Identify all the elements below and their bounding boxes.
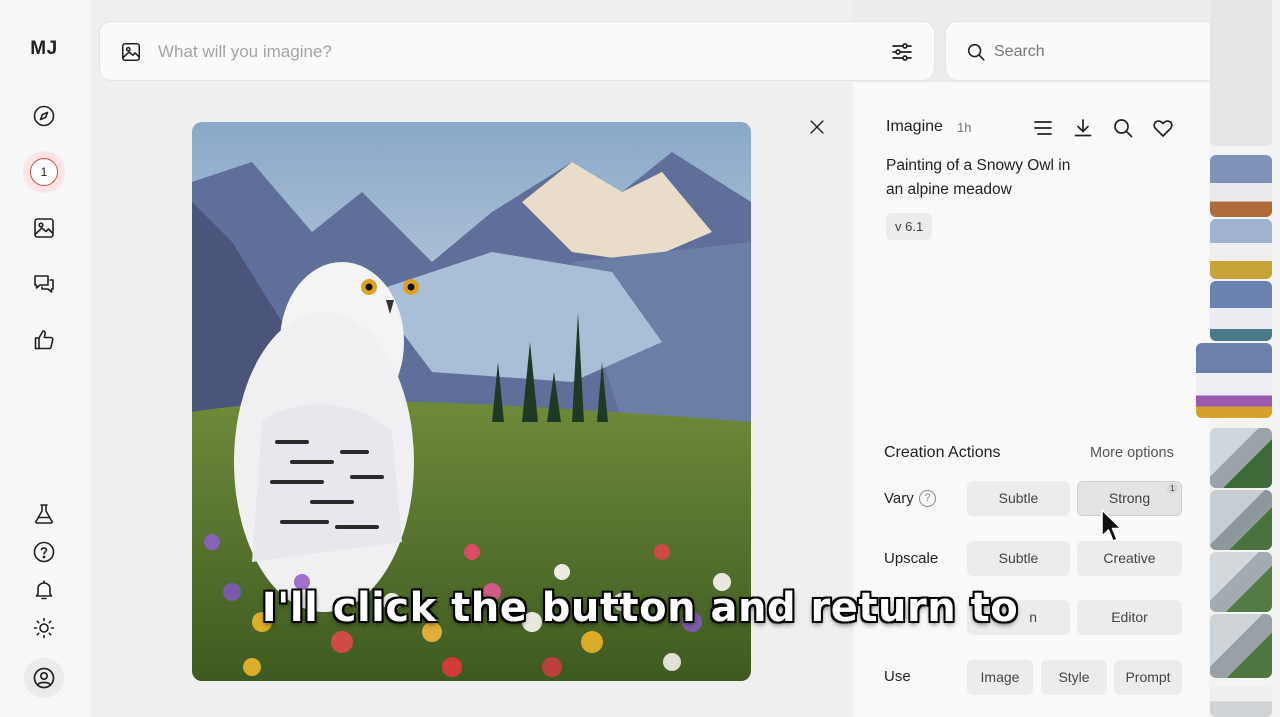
prompt-text: Painting of a Snowy Owl in an alpine mea… <box>886 157 1071 198</box>
search-similar-icon[interactable] <box>1111 116 1135 140</box>
use-label: Use <box>884 668 911 685</box>
heart-icon[interactable] <box>1151 116 1175 140</box>
thumbnail[interactable] <box>1210 0 1272 146</box>
job-time: 1h <box>957 120 972 135</box>
account-icon <box>33 667 55 689</box>
account-button[interactable] <box>24 658 64 698</box>
app-logo[interactable]: MJ <box>0 38 88 60</box>
thumbnail[interactable] <box>1210 155 1272 217</box>
video-caption: I'll click the button and return to <box>261 585 1019 631</box>
help-button[interactable] <box>28 536 60 568</box>
thumbnail[interactable] <box>1210 686 1272 717</box>
thumbnail[interactable] <box>1210 219 1272 279</box>
thumbnail[interactable] <box>1210 428 1272 488</box>
labs-button[interactable] <box>28 498 60 530</box>
explore-button[interactable] <box>28 100 60 132</box>
queue-button[interactable]: 1 <box>23 151 65 193</box>
compass-icon <box>33 105 55 127</box>
use-prompt-button[interactable]: Prompt <box>1114 660 1182 695</box>
flask-icon <box>35 504 53 524</box>
mouse-cursor-icon <box>1101 509 1122 542</box>
chat-button[interactable] <box>28 268 60 300</box>
thumbnail-selected[interactable] <box>1196 343 1272 418</box>
notification-badge: 1 <box>30 158 58 186</box>
use-image-button[interactable]: Image <box>967 660 1033 695</box>
close-button[interactable] <box>804 114 830 140</box>
use-style-button[interactable]: Style <box>1041 660 1107 695</box>
chat-icon <box>34 275 54 293</box>
imagine-bar[interactable]: What will you imagine? <box>99 21 935 81</box>
thumbs-up-icon <box>34 330 54 350</box>
close-icon <box>810 120 824 134</box>
search-bar[interactable]: Search <box>945 21 1235 81</box>
version-badge: v 6.1 <box>886 213 933 240</box>
upscale-subtle-button[interactable]: Subtle <box>967 541 1070 576</box>
more-options-link[interactable]: More options <box>1090 445 1174 461</box>
shortcut-badge: 1 <box>1167 483 1178 494</box>
creation-actions-title: Creation Actions <box>884 444 1001 461</box>
upscale-creative-button[interactable]: Creative <box>1077 541 1182 576</box>
download-icon[interactable] <box>1071 116 1095 140</box>
search-input[interactable]: Search <box>994 43 1045 61</box>
thumbnail[interactable] <box>1210 281 1272 341</box>
create-button[interactable] <box>28 212 60 244</box>
help-icon <box>33 541 55 563</box>
upscale-label: Upscale <box>884 550 939 567</box>
vary-subtle-button[interactable]: Subtle <box>967 481 1070 516</box>
image-icon <box>34 218 54 238</box>
imagine-input[interactable]: What will you imagine? <box>158 42 332 62</box>
rate-button[interactable] <box>28 324 60 356</box>
image-upload-icon[interactable] <box>120 41 142 63</box>
help-circle-icon[interactable]: ? <box>919 490 936 507</box>
thumbnail[interactable] <box>1210 490 1272 550</box>
menu-icon[interactable] <box>1031 116 1055 140</box>
settings-sliders-icon[interactable] <box>890 40 914 64</box>
job-type: Imagine <box>886 118 943 135</box>
vary-label: Vary <box>884 490 914 507</box>
search-icon <box>967 43 985 61</box>
